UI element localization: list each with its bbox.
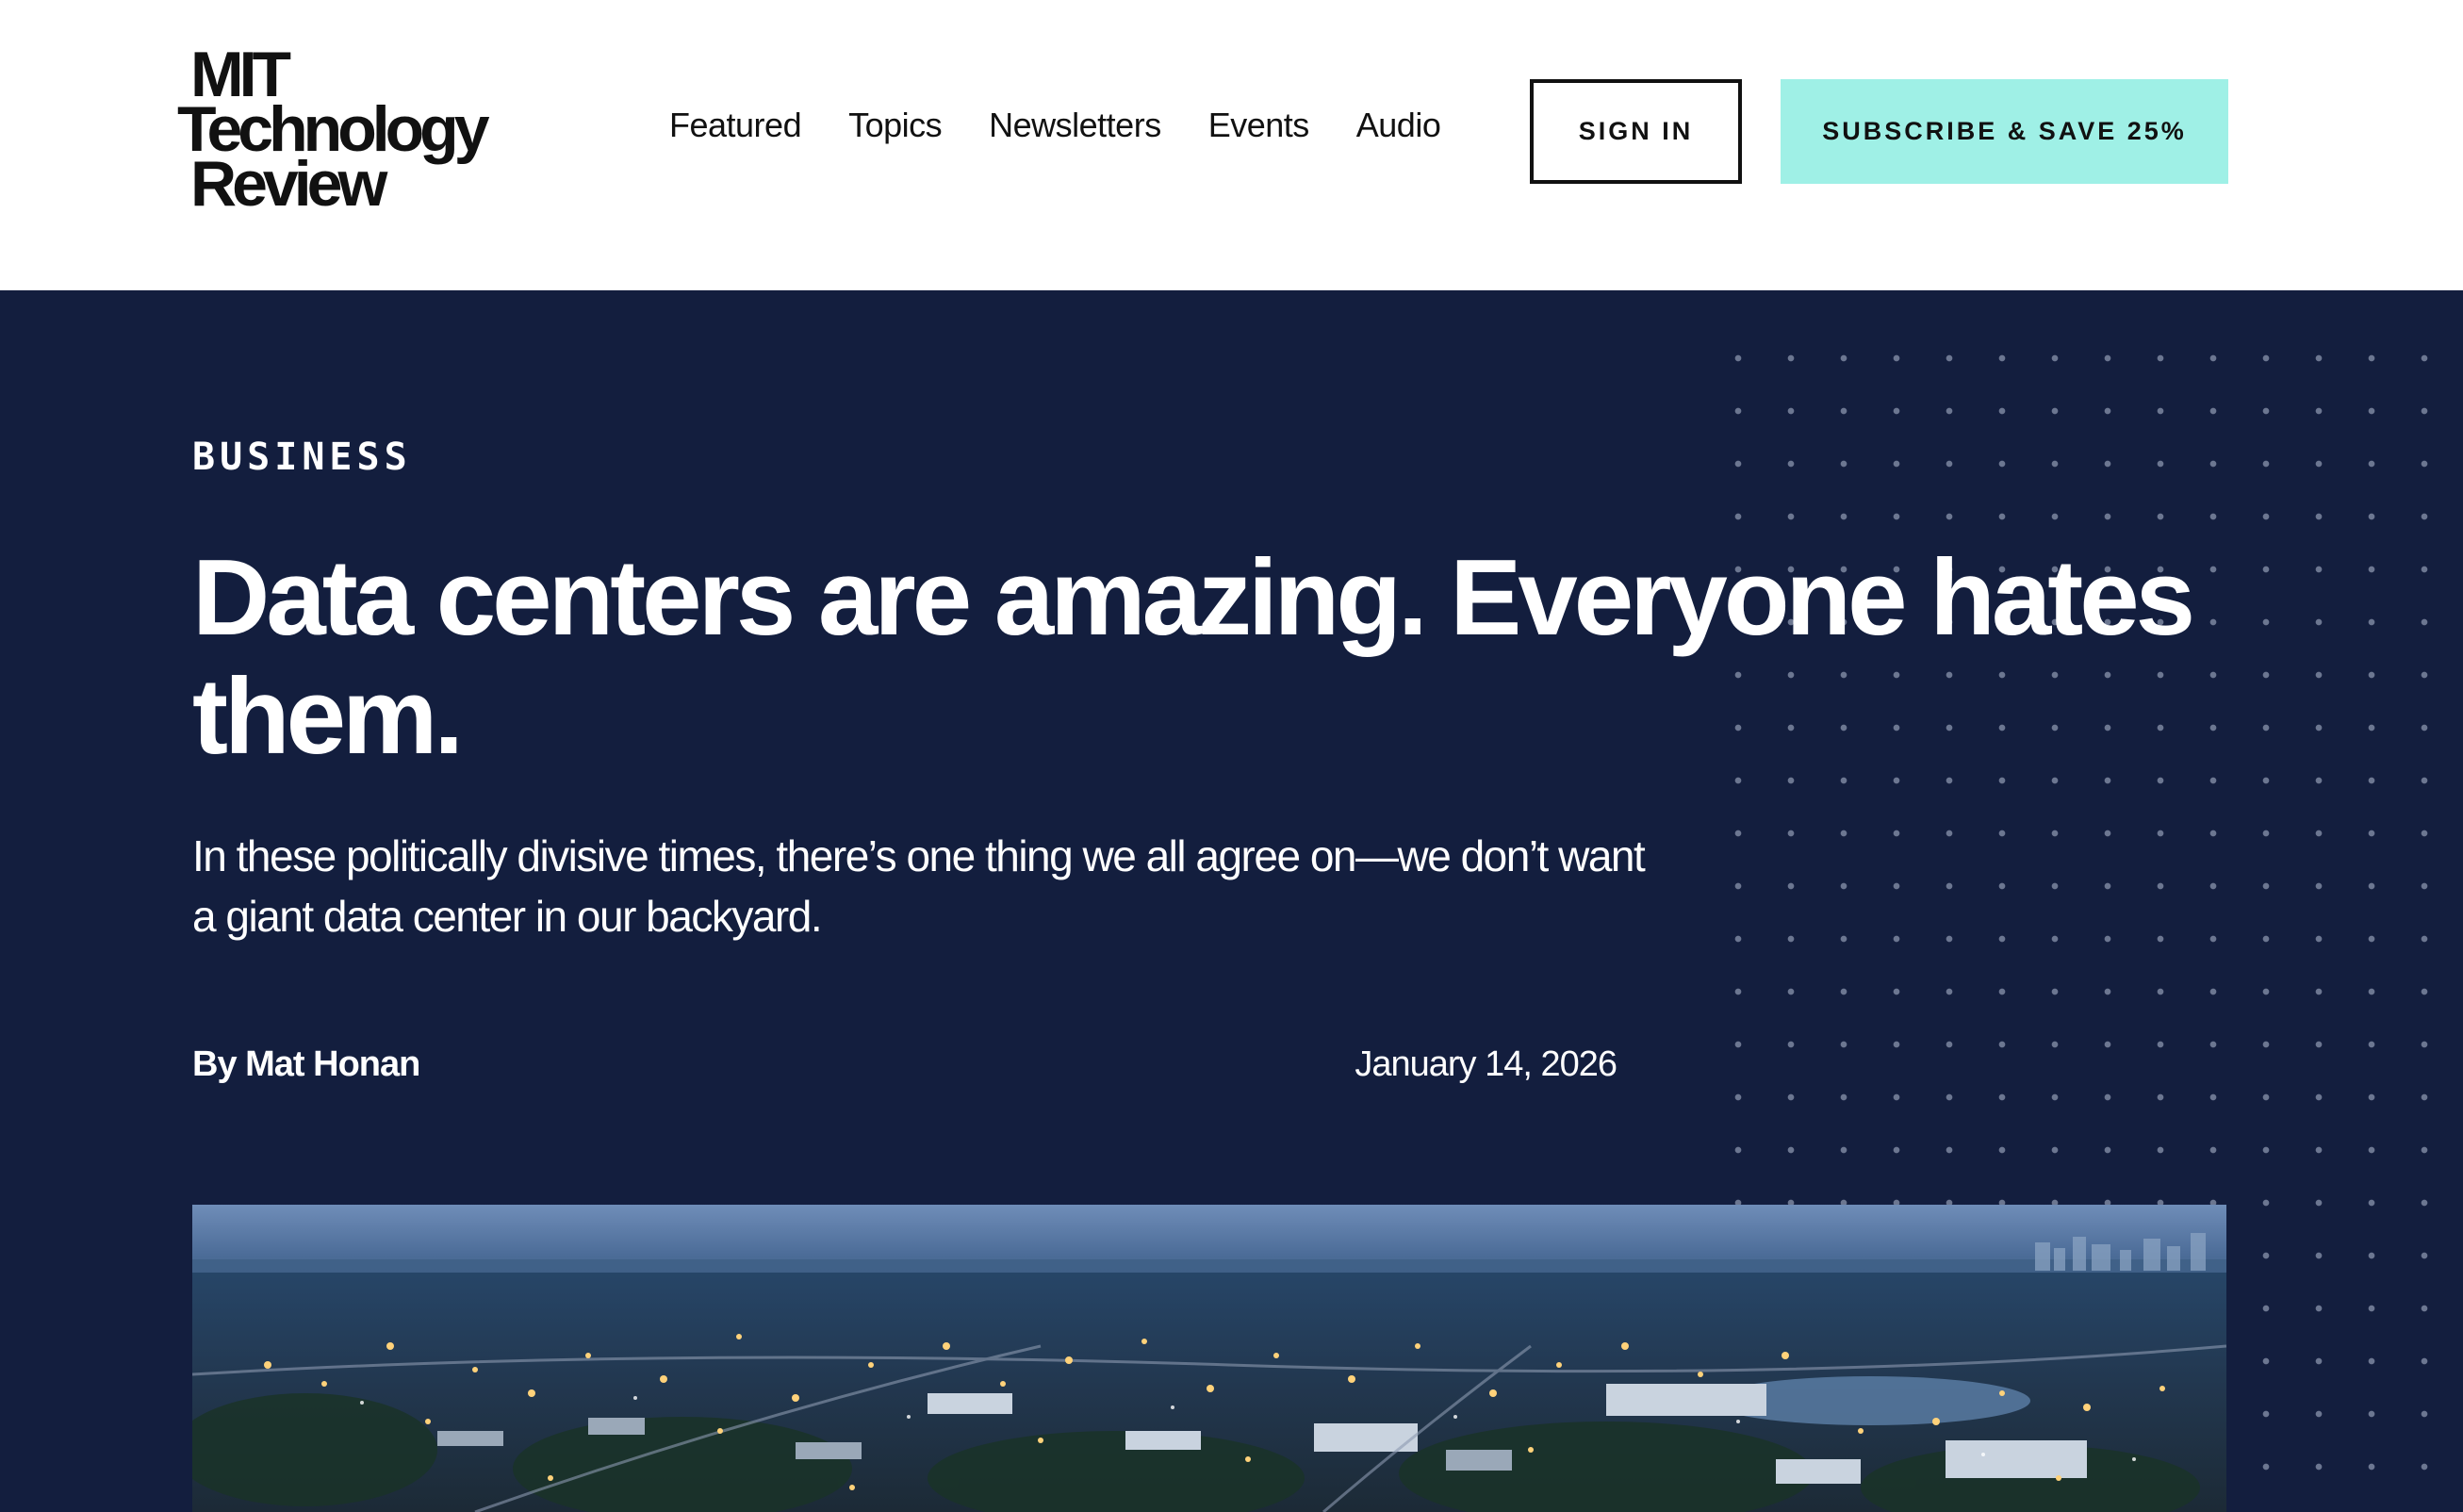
publish-date: January 14, 2026 (1355, 1044, 1617, 1084)
hero-image-aerial-town-at-dusk (192, 1205, 2226, 1512)
site-header: MIT Technology Review Featured Topics Ne… (0, 0, 2463, 290)
nav-topics[interactable]: Topics (848, 106, 943, 145)
nav-newsletters[interactable]: Newsletters (989, 106, 1161, 145)
byline: By Mat Honan (192, 1044, 420, 1085)
aerial-town-illustration (192, 1205, 2226, 1512)
nav-audio[interactable]: Audio (1356, 106, 1441, 145)
article-headline: Data centers are amazing. Everyone hates… (192, 538, 2195, 777)
mit-technology-review-logo[interactable]: MIT Technology Review (177, 42, 517, 216)
main-nav: Featured Topics Newsletters Events Audio (669, 106, 1487, 145)
article-dek: In these politically divisive times, the… (192, 831, 1646, 941)
article-hero: BUSINESS Data centers are amazing. Every… (0, 290, 2463, 1512)
sign-in-button[interactable]: SIGN IN (1530, 79, 1742, 184)
nav-events[interactable]: Events (1208, 106, 1310, 145)
author-link[interactable]: Mat Honan (245, 1044, 420, 1084)
nav-featured[interactable]: Featured (669, 106, 802, 145)
category-label[interactable]: BUSINESS (192, 436, 412, 479)
subscribe-button[interactable]: SUBSCRIBE & SAVE 25% (1781, 79, 2228, 184)
byline-prefix: By (192, 1044, 246, 1084)
